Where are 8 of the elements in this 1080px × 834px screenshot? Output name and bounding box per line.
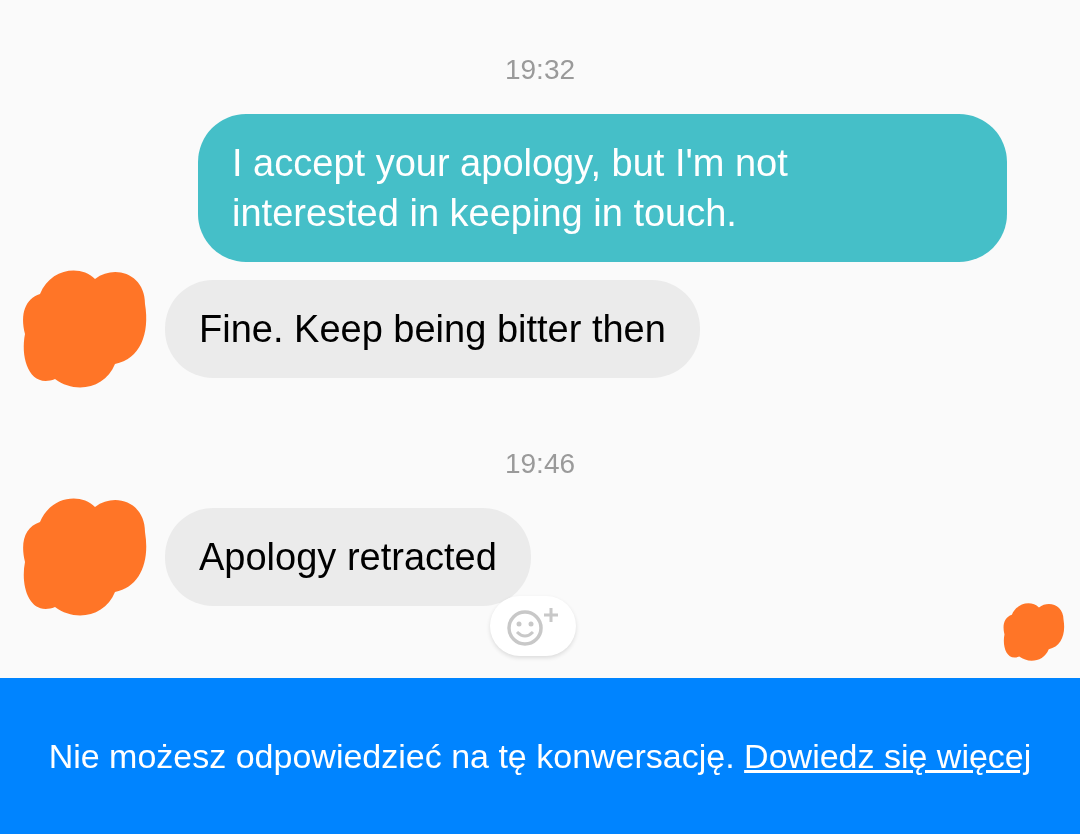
timestamp: 19:32 bbox=[504, 53, 576, 87]
notice-text: Nie możesz odpowiedzieć na tę konwersację. Dowiedz się więcej bbox=[48, 736, 1032, 777]
add-reaction-button[interactable] bbox=[490, 596, 576, 656]
timestamp: 19:46 bbox=[504, 447, 576, 481]
message-bubble: Apology retracted bbox=[165, 508, 531, 606]
learn-more-link[interactable]: Dowiedz się więcej bbox=[744, 737, 1032, 775]
message-bubble: Fine. Keep being bitter then bbox=[165, 280, 700, 378]
message-bubble: I accept your apology, but I'm not interested in keeping in touch. bbox=[198, 114, 1007, 262]
